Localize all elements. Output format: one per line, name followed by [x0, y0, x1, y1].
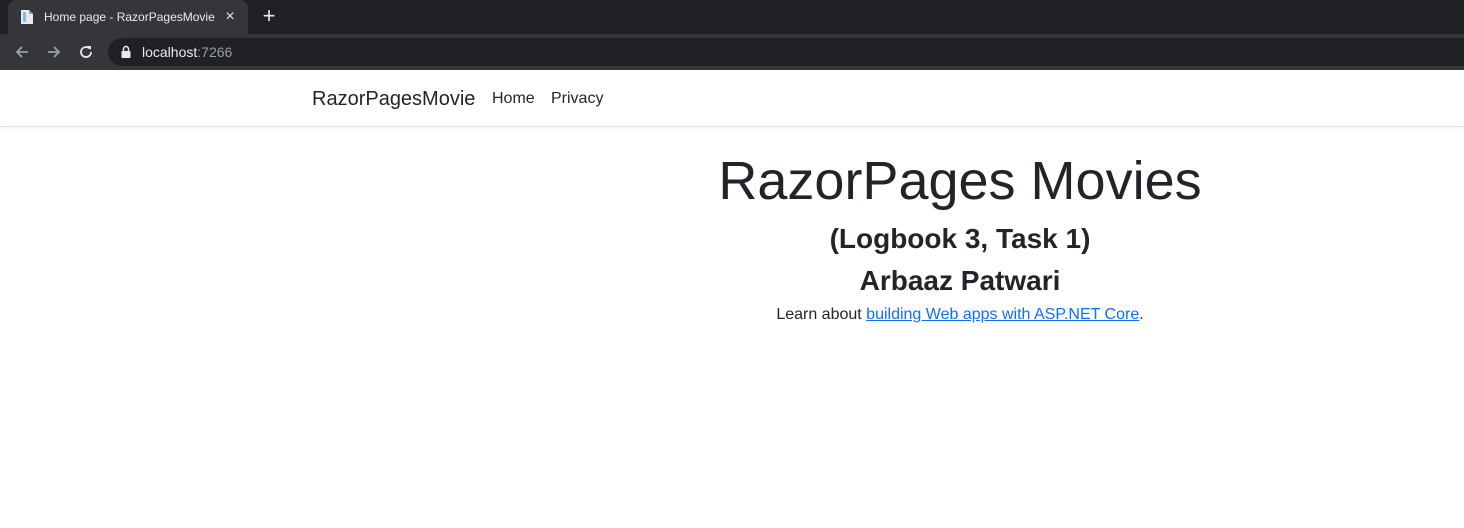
- nav-link-privacy[interactable]: Privacy: [551, 90, 603, 108]
- tab-strip: Home page - RazorPagesMovie × +: [0, 0, 1464, 34]
- site-navbar: RazorPagesMovie Home Privacy: [0, 70, 1464, 127]
- document-icon: [20, 9, 34, 25]
- page-subtitle: (Logbook 3, Task 1): [829, 223, 1091, 254]
- url-host: localhost: [142, 44, 198, 60]
- navbar-brand[interactable]: RazorPagesMovie: [312, 88, 475, 111]
- web-page: RazorPagesMovie Home Privacy RazorPages …: [0, 70, 1464, 528]
- nav-link-home[interactable]: Home: [492, 90, 535, 108]
- browser-window: Home page - RazorPagesMovie × + localhos…: [0, 0, 1464, 528]
- close-tab-icon[interactable]: ×: [222, 8, 238, 25]
- url-port: :7266: [197, 44, 233, 60]
- learn-paragraph: Learn about building Web apps with ASP.N…: [460, 306, 1460, 324]
- page-title: RazorPages Movies: [718, 151, 1202, 211]
- tab-home-page[interactable]: Home page - RazorPagesMovie ×: [8, 0, 248, 34]
- browser-toolbar: localhost:7266: [0, 34, 1464, 70]
- author-name: Arbaaz Patwari: [859, 265, 1061, 296]
- forward-arrow-icon[interactable]: [42, 40, 66, 64]
- main-content: RazorPages Movies (Logbook 3, Task 1) Ar…: [460, 150, 1460, 324]
- reload-icon[interactable]: [74, 40, 98, 64]
- aspnet-docs-link[interactable]: building Web apps with ASP.NET Core: [866, 306, 1139, 323]
- tab-title: Home page - RazorPagesMovie: [44, 10, 215, 24]
- lock-icon[interactable]: [120, 45, 132, 59]
- learn-prefix: Learn about: [776, 306, 867, 323]
- new-tab-button[interactable]: +: [258, 5, 280, 28]
- learn-suffix: .: [1139, 306, 1144, 323]
- address-bar[interactable]: localhost:7266: [108, 38, 1464, 66]
- back-arrow-icon[interactable]: [10, 40, 34, 64]
